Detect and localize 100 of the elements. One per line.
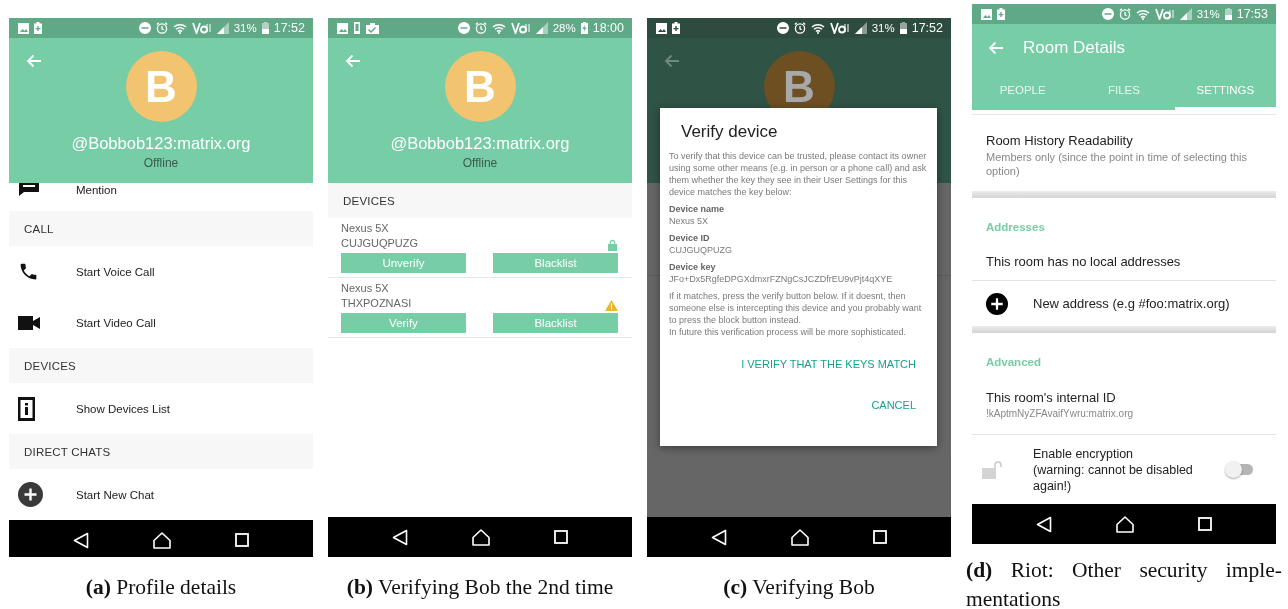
dialog-text: To verify that this device can be trusted, please contact its owner using some other means (e.g. in person or a phone call) and ask them whether the key they see in their User Settings for this device matches the key below: [669, 150, 928, 198]
tab[interactable]: SETTINGS [1174, 72, 1276, 110]
back-icon[interactable] [73, 531, 89, 549]
battery-percent: 31% [233, 22, 257, 34]
battery-plus-icon [672, 22, 680, 34]
device-name: Nexus 5X [341, 221, 390, 236]
picture-icon [981, 8, 992, 20]
figure-caption: (c) Verifying Bob [723, 574, 875, 601]
info-text: This room has no local addresses [972, 243, 1276, 281]
toggle-switch[interactable] [1226, 464, 1253, 475]
alarm-icon [1118, 8, 1131, 20]
section-title: DIRECT CHATS [24, 445, 111, 458]
do-not-disturb-icon [457, 22, 470, 34]
clock-time: 18:00 [592, 21, 624, 35]
field-label: Device key [669, 261, 717, 273]
screen-title: Room Details [1023, 38, 1126, 58]
wifi-icon [491, 22, 506, 34]
home-icon[interactable] [472, 528, 490, 546]
section-title: Advanced [986, 356, 1041, 368]
home-icon[interactable] [153, 531, 171, 549]
wifi-icon [1135, 8, 1150, 20]
back-icon[interactable] [1036, 515, 1052, 533]
setting-title: Enable encryption [1033, 445, 1135, 462]
section-title: DEVICES [343, 194, 395, 207]
home-icon[interactable] [1116, 515, 1134, 533]
dialog-text: If it matches, press the verify button below. If it doesnt, then someone else is intercepting this device and you probably want to press the block button instead. [669, 290, 923, 326]
action-item[interactable]: Start New Chat [9, 469, 313, 520]
setting-title: This room's internal ID [986, 389, 1117, 407]
signal-icon [1179, 8, 1192, 20]
recent-apps-icon[interactable] [1198, 517, 1212, 531]
dialog-button[interactable]: CANCEL [871, 395, 916, 415]
figure-caption: (d) Riot: Other security imple-mentations [966, 557, 1282, 609]
dialog-button[interactable]: I VERIFY THAT THE KEYS MATCH [741, 354, 916, 374]
field-value: Nexus 5X [669, 215, 710, 227]
device-id: CUJGUQPUZG [341, 236, 418, 251]
alarm-icon [793, 22, 806, 34]
clock-time: 17:52 [273, 21, 305, 35]
setting-title: Room History Readability [986, 132, 1134, 150]
wifi-icon [172, 22, 187, 34]
picture-icon [18, 22, 29, 34]
network-type-icon [510, 22, 531, 34]
action-item[interactable]: Start Voice Call [9, 246, 313, 297]
device-button[interactable]: Blacklist [493, 253, 618, 273]
field-value: JFo+Dx5RgfeDPGXdmxrFZNgCsJCZDfrEU9vPjt4qXYE [669, 273, 894, 285]
field-label: Device name [669, 203, 726, 215]
figure-caption: (a) Profile details [85, 574, 237, 601]
recent-apps-icon[interactable] [235, 533, 249, 547]
presence-status: Offline [462, 156, 498, 170]
network-type-icon [191, 22, 212, 34]
picture-icon [656, 22, 667, 34]
home-icon[interactable] [791, 528, 809, 546]
setting-warning: (warning: cannot be disabled again!) [1033, 461, 1194, 494]
recent-apps-icon[interactable] [873, 530, 887, 544]
recent-apps-icon[interactable] [554, 530, 568, 544]
presence-status: Offline [143, 156, 179, 170]
setting-value: !kAptmNyZFAvaifYwru:matrix.org [986, 407, 1135, 421]
back-icon[interactable] [392, 528, 408, 546]
avatar: B [444, 51, 516, 122]
device-info-icon [18, 396, 35, 421]
section-title: CALL [24, 222, 54, 235]
battery-percent: 31% [1196, 8, 1220, 20]
video-camera-icon [18, 314, 40, 331]
action-item[interactable]: Start Video Call [9, 297, 313, 348]
add-address-item[interactable]: New address (e.g #foo:matrix.org) [972, 281, 1276, 326]
chat-bubble-icon [18, 183, 40, 196]
device-button[interactable]: Unverify [341, 253, 466, 273]
action-item[interactable]: Show Devices List [9, 383, 313, 434]
setting-value: Members only (since the point in time of selecting this option) [986, 150, 1249, 178]
field-label: Device ID [669, 232, 711, 244]
clipboard-icon [366, 22, 379, 34]
signal-icon [216, 22, 229, 34]
dialog-text: In future this verification process will be more sophisticated. [669, 326, 908, 338]
setting-item[interactable]: Room History Readability Members only (since the point in time of selecting this option) [972, 115, 1276, 191]
user-id: @Bobbob123:matrix.org [71, 134, 251, 153]
back-icon[interactable] [711, 528, 727, 546]
device-id: THXPOZNASI [341, 296, 412, 311]
battery-percent: 31% [871, 22, 895, 34]
battery-plus-icon [34, 22, 42, 34]
battery-percent: 28% [552, 22, 576, 34]
tab[interactable]: FILES [1073, 72, 1175, 110]
avatar: B [125, 51, 197, 122]
device-name: Nexus 5X [341, 281, 390, 296]
action-item[interactable]: Mention [9, 183, 313, 211]
tab[interactable]: PEOPLE [972, 72, 1074, 110]
do-not-disturb-icon [776, 22, 789, 34]
signal-icon [854, 22, 867, 34]
picture-icon [337, 22, 348, 34]
device-button[interactable]: Verify [341, 313, 466, 333]
phone-icon [353, 22, 361, 34]
alarm-icon [155, 22, 168, 34]
clock-time: 17:52 [911, 21, 943, 35]
device-button[interactable]: Blacklist [493, 313, 618, 333]
user-id: @Bobbob123:matrix.org [390, 134, 570, 153]
setting-item[interactable]: This room's internal ID !kAptmNyZFAvaifYwru:matrix.org [972, 378, 1276, 435]
network-type-icon [1154, 8, 1175, 20]
network-type-icon [829, 22, 850, 34]
battery-plus-icon [997, 8, 1005, 20]
do-not-disturb-icon [138, 22, 151, 34]
figure-caption: (b) Verifying Bob the 2nd time [346, 574, 614, 601]
wifi-icon [810, 22, 825, 34]
